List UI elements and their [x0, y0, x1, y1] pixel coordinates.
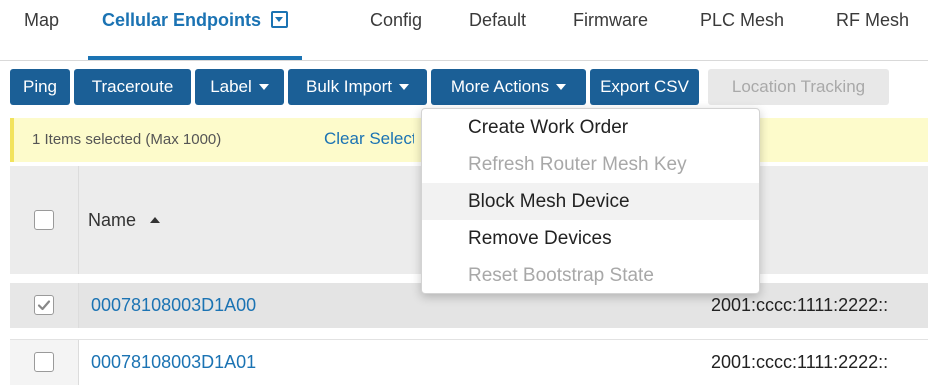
- export-csv-button[interactable]: Export CSV: [590, 69, 699, 105]
- caret-down-icon: [556, 84, 567, 90]
- menu-item-remove-devices[interactable]: Remove Devices: [422, 220, 759, 257]
- tab-map[interactable]: Map: [24, 0, 59, 60]
- endpoint-name-link[interactable]: 00078108003D1A01: [91, 352, 256, 373]
- sort-ascending-icon: [150, 217, 161, 223]
- endpoint-ip: 2001:cccc:1111:2222::: [711, 352, 889, 372]
- table-row[interactable]: 00078108003D1A01 2001:cccc:1111:2222::: [10, 339, 928, 385]
- tab-firmware[interactable]: Firmware: [573, 0, 648, 60]
- menu-item-reset-bootstrap-state: Reset Bootstrap State: [468, 265, 654, 286]
- bulk-import-button-text: Bulk Import: [306, 77, 392, 96]
- row-check-cell: [10, 340, 79, 385]
- row-checkbox[interactable]: [34, 352, 54, 372]
- clear-selection-link[interactable]: Clear Selection: [324, 129, 414, 149]
- checkmark-icon: [37, 300, 51, 311]
- row-check-cell: [10, 283, 79, 328]
- menu-item-refresh-router-mesh-key: Refresh Router Mesh Key: [468, 154, 687, 175]
- tab-bar: Map Cellular Endpoints Config Default Fi…: [0, 0, 928, 61]
- selection-count-text: 1 Items selected (Max 1000): [32, 131, 222, 148]
- column-header-name[interactable]: Name: [88, 210, 161, 231]
- tab-cellular-endpoints[interactable]: Cellular Endpoints: [87, 0, 303, 60]
- select-all-checkbox[interactable]: [34, 210, 54, 230]
- traceroute-button[interactable]: Traceroute: [74, 69, 191, 105]
- endpoint-name-link[interactable]: 00078108003D1A00: [91, 295, 256, 316]
- tab-rf-mesh[interactable]: RF Mesh: [836, 0, 909, 60]
- tab-label: Cellular Endpoints: [102, 10, 262, 30]
- label-button[interactable]: Label: [195, 69, 284, 105]
- menu-item-block-mesh-device[interactable]: Block Mesh Device: [422, 183, 759, 220]
- tab-default[interactable]: Default: [469, 0, 526, 60]
- bulk-import-button[interactable]: Bulk Import: [288, 69, 427, 105]
- more-actions-menu: Create Work Order Refresh Router Mesh Ke…: [421, 108, 760, 294]
- ping-button[interactable]: Ping: [10, 69, 70, 105]
- select-all-cell: [10, 166, 79, 274]
- location-tracking-button[interactable]: Location Tracking: [708, 69, 889, 105]
- caret-down-icon: [258, 84, 269, 90]
- row-checkbox[interactable]: [34, 295, 54, 315]
- tab-dropdown-icon[interactable]: [271, 11, 289, 28]
- tab-config[interactable]: Config: [370, 0, 422, 60]
- more-actions-button[interactable]: More Actions: [431, 69, 586, 105]
- tab-plc-mesh[interactable]: PLC Mesh: [700, 0, 784, 60]
- column-header-name-label: Name: [88, 210, 137, 230]
- endpoint-ip: 2001:cccc:1111:2222::: [711, 295, 889, 315]
- menu-item-create-work-order[interactable]: Create Work Order: [422, 109, 759, 146]
- label-button-text: Label: [210, 77, 252, 96]
- caret-down-icon: [398, 84, 409, 90]
- more-actions-button-text: More Actions: [450, 77, 550, 96]
